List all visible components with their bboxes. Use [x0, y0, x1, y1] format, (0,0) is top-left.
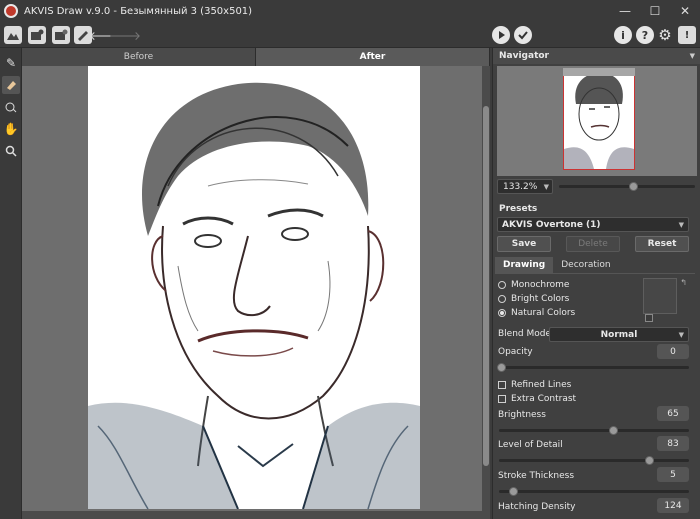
help-icon[interactable]: ?: [636, 26, 654, 44]
stroke-thickness-label: Stroke Thickness: [498, 471, 575, 481]
navigator-title: Navigator: [499, 51, 549, 61]
level-of-detail-value[interactable]: 83: [657, 436, 689, 451]
presets-dropdown[interactable]: AKVIS Overtone (1) ▼: [497, 217, 689, 232]
open-image-icon[interactable]: [28, 26, 46, 44]
swap-colors-icon[interactable]: ↰: [680, 278, 687, 287]
opacity-slider-knob[interactable]: [497, 363, 506, 372]
brightness-slider-knob[interactable]: [609, 426, 618, 435]
tab-drawing[interactable]: Drawing: [495, 257, 554, 273]
blend-mode-dropdown[interactable]: Normal ▼: [549, 327, 689, 342]
brightness-slider[interactable]: [499, 429, 689, 432]
save-preset-button[interactable]: Save: [497, 236, 551, 252]
tool-strip: ✎ ✋: [0, 48, 22, 519]
settings-panel: Navigator ▼ 133.2% ▼ Presets AKVIS Overt…: [492, 48, 700, 519]
sketch-image[interactable]: [88, 66, 420, 509]
presets-label: Presets: [499, 204, 538, 214]
zoom-slider[interactable]: [559, 185, 695, 188]
reset-preset-button[interactable]: Reset: [635, 236, 689, 252]
run-icon[interactable]: [492, 26, 510, 44]
zoom-icon[interactable]: [2, 142, 20, 160]
main-toolbar: 🡐 🡒 i ? ⚙ !: [0, 22, 700, 48]
hand-icon[interactable]: ✋: [2, 120, 20, 138]
landscape-icon[interactable]: [4, 26, 22, 44]
brightness-label: Brightness: [498, 410, 546, 420]
chevron-down-icon: ▼: [678, 330, 684, 339]
reset-colors-icon[interactable]: [645, 314, 653, 322]
opacity-label: Opacity: [498, 347, 533, 357]
navigator-viewport[interactable]: [563, 68, 635, 170]
minimize-button[interactable]: —: [610, 0, 640, 22]
level-of-detail-slider[interactable]: [499, 459, 689, 462]
horizontal-scrollbar[interactable]: [22, 511, 482, 519]
tab-decoration[interactable]: Decoration: [553, 257, 618, 273]
hatching-density-value[interactable]: 124: [657, 498, 689, 513]
batch-icon[interactable]: [52, 26, 70, 44]
chevron-down-icon: ▼: [678, 220, 684, 229]
canvas-area: Before After: [22, 48, 490, 519]
hatching-density-label: Hatching Density: [498, 502, 576, 512]
history-brush-icon[interactable]: [2, 98, 20, 116]
vertical-scrollbar[interactable]: [482, 66, 490, 519]
opacity-value[interactable]: 0: [657, 344, 689, 359]
zoom-slider-knob[interactable]: [629, 182, 638, 191]
collapse-icon[interactable]: ▼: [690, 52, 695, 60]
blend-mode-label: Blend Mode: [498, 329, 552, 339]
radio-bright-colors[interactable]: Bright Colors: [498, 292, 569, 305]
close-button[interactable]: ✕: [670, 0, 700, 22]
level-of-detail-slider-knob[interactable]: [645, 456, 654, 465]
redo-icon[interactable]: 🡒: [109, 26, 141, 44]
maximize-button[interactable]: ☐: [640, 0, 670, 22]
stroke-thickness-slider-knob[interactable]: [509, 487, 518, 496]
apply-icon[interactable]: [514, 26, 532, 44]
preferences-icon[interactable]: ⚙: [656, 26, 674, 44]
window-title: AKVIS Draw v.9.0 - Безымянный 3 (350x501…: [24, 5, 253, 17]
stroke-thickness-slider[interactable]: [499, 490, 689, 493]
stroke-color-swatch[interactable]: [643, 278, 677, 314]
stroke-thickness-value[interactable]: 5: [657, 467, 689, 482]
zoom-select[interactable]: 133.2% ▼: [497, 179, 553, 194]
refined-lines-checkbox[interactable]: Refined Lines: [498, 379, 571, 391]
tab-before[interactable]: Before: [22, 48, 256, 66]
radio-natural-colors[interactable]: Natural Colors: [498, 306, 575, 319]
pencil-icon[interactable]: ✎: [2, 54, 20, 72]
navigator-preview[interactable]: [497, 66, 697, 176]
info-icon[interactable]: i: [614, 26, 632, 44]
extra-contrast-checkbox[interactable]: Extra Contrast: [498, 393, 576, 405]
tab-after[interactable]: After: [256, 48, 490, 66]
eraser-icon[interactable]: [2, 76, 20, 94]
radio-monochrome[interactable]: Monochrome: [498, 278, 569, 291]
level-of-detail-label: Level of Detail: [498, 440, 563, 450]
color-swatch-group: ↰: [643, 278, 687, 322]
title-bar: AKVIS Draw v.9.0 - Безымянный 3 (350x501…: [0, 0, 700, 22]
navigator-header: Navigator ▼: [493, 48, 700, 64]
opacity-slider[interactable]: [499, 366, 689, 369]
brightness-value[interactable]: 65: [657, 406, 689, 421]
chevron-down-icon: ▼: [543, 182, 549, 191]
notify-icon[interactable]: !: [678, 26, 696, 44]
delete-preset-button[interactable]: Delete: [566, 236, 620, 252]
akvis-app-icon: [4, 4, 18, 18]
